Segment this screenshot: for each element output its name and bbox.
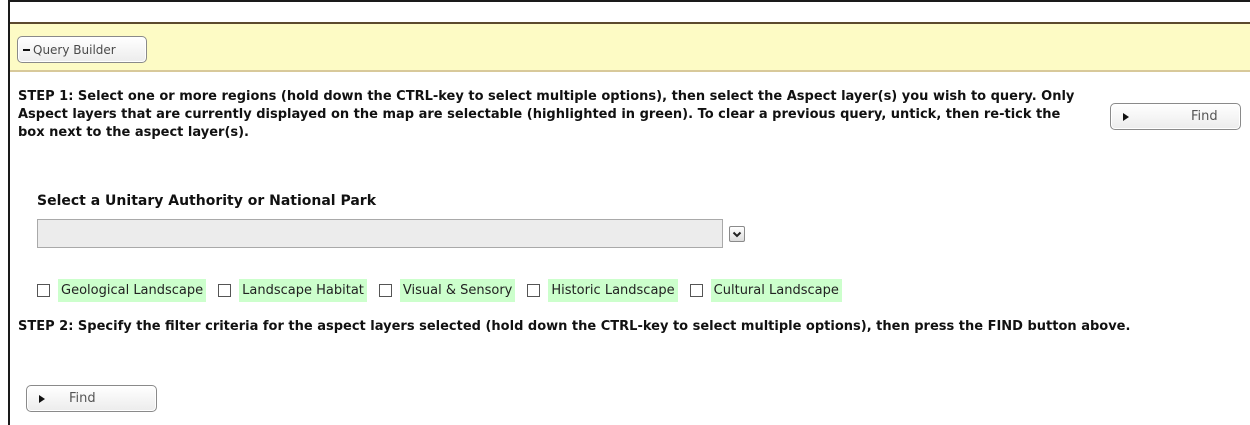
aspect-layer-checkbox[interactable]: [689, 283, 703, 297]
aspect-layer-historic[interactable]: Historic Landscape: [527, 278, 678, 302]
aspect-layer-visual[interactable]: Visual & Sensory: [378, 278, 516, 302]
aspect-layer-label: Visual & Sensory: [399, 278, 516, 302]
find-button-top[interactable]: Find: [1110, 103, 1241, 130]
aspect-layer-habitat[interactable]: Landscape Habitat: [218, 278, 367, 302]
aspect-layer-checkbox[interactable]: [37, 283, 50, 297]
query-builder-toggle-button[interactable]: Query Builder: [17, 36, 147, 63]
find-button-label: Find: [1191, 109, 1218, 124]
aspect-layer-geological[interactable]: Geological Landscape: [37, 278, 207, 302]
query-builder-header: Query Builder: [10, 22, 1250, 72]
play-icon: [1123, 112, 1129, 121]
step1-instructions: STEP 1: Select one or more regions (hold…: [18, 89, 1075, 140]
region-select-label: Select a Unitary Authority or National P…: [37, 193, 377, 209]
play-icon: [39, 394, 45, 403]
find-button-bottom[interactable]: Find: [26, 385, 157, 412]
aspect-layer-checkbox[interactable]: [378, 283, 392, 297]
step2-instructions: STEP 2: Specify the filter criteria for …: [18, 319, 1131, 334]
region-dropdown-button[interactable]: [729, 226, 745, 242]
aspect-layer-checkbox[interactable]: [527, 283, 541, 297]
collapse-icon: [23, 48, 30, 51]
aspect-layer-label: Landscape Habitat: [239, 278, 367, 302]
aspect-layer-checkbox[interactable]: [218, 283, 232, 297]
query-panel: Query Builder STEP 1: Select one or more…: [8, 0, 1250, 425]
aspect-layer-label: Cultural Landscape: [710, 278, 842, 302]
aspect-layer-label: Geological Landscape: [58, 278, 207, 302]
chevron-down-icon: [732, 231, 742, 238]
aspect-layer-label: Historic Landscape: [548, 278, 678, 302]
query-builder-title: Query Builder: [33, 42, 116, 57]
region-select[interactable]: [37, 219, 723, 248]
aspect-layer-checkboxes: Geological Landscape Landscape Habitat V…: [37, 278, 854, 302]
find-button-label: Find: [69, 391, 96, 406]
aspect-layer-cultural[interactable]: Cultural Landscape: [689, 278, 842, 302]
